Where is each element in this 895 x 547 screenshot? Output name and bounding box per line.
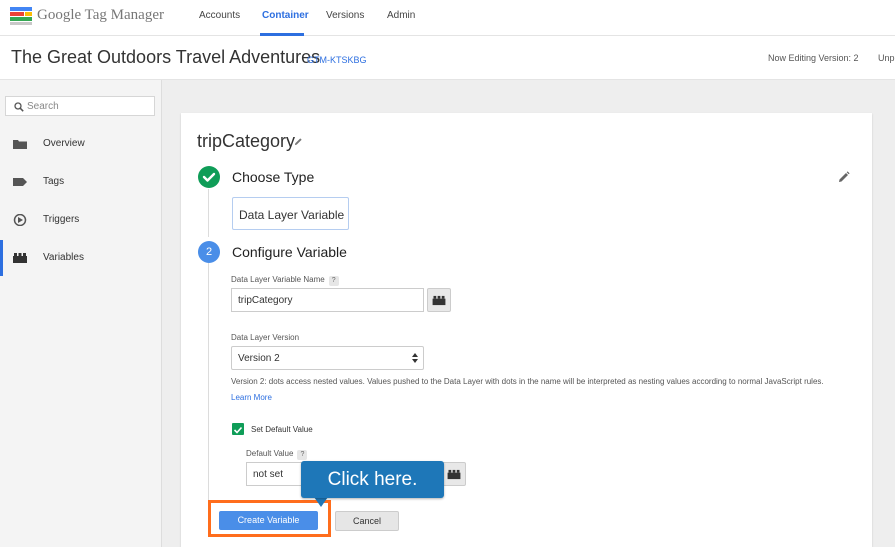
- click-here-callout: Click here.: [301, 461, 444, 498]
- callout-pointer: [314, 497, 328, 507]
- sidebar-item-triggers[interactable]: Triggers: [0, 202, 161, 238]
- google-apps-logo-icon: [10, 7, 32, 25]
- select-arrows-icon: [412, 353, 418, 363]
- dl-version-label: Data Layer Version: [231, 333, 300, 342]
- set-default-label: Set Default Value: [251, 425, 313, 434]
- choose-type-heading: Choose Type: [232, 169, 315, 185]
- variable-picker-button[interactable]: [442, 462, 466, 486]
- nav-container[interactable]: Container: [262, 10, 309, 21]
- check-icon: [202, 172, 216, 182]
- brick-icon: [447, 469, 461, 480]
- search-icon: [14, 102, 24, 112]
- dl-name-label-text: Data Layer Variable Name: [231, 275, 325, 284]
- highlight-box: [208, 500, 331, 537]
- step-connector-line: [208, 263, 209, 528]
- container-name: The Great Outdoors Travel Adventures: [11, 47, 321, 67]
- product-logo-text: Google Tag Manager: [37, 7, 164, 23]
- editing-version-status: Now Editing Version: 2: [768, 53, 859, 63]
- version-help-body: Version 2: dots access nested values. Va…: [231, 377, 824, 386]
- variable-type-label: Data Layer Variable: [239, 208, 345, 222]
- help-icon[interactable]: ?: [328, 276, 339, 286]
- variable-name-title[interactable]: tripCategory: [197, 131, 295, 152]
- default-value-text: not set: [253, 469, 284, 480]
- check-icon: [233, 426, 243, 434]
- configure-variable-heading: Configure Variable: [232, 244, 347, 260]
- cancel-button[interactable]: Cancel: [335, 511, 399, 531]
- variable-type-selector[interactable]: Data Layer Variable: [232, 197, 349, 230]
- dl-name-value: tripCategory: [238, 295, 293, 306]
- step-complete-badge: [198, 166, 220, 188]
- default-value-label-text: Default Value: [246, 449, 294, 458]
- sidebar-item-label: Overview: [43, 138, 85, 149]
- container-header: The Great Outdoors Travel Adventures GTM…: [0, 36, 895, 80]
- dl-version-value: Version 2: [238, 353, 280, 364]
- brick-icon: [13, 253, 27, 263]
- sidebar-item-tags[interactable]: Tags: [0, 164, 161, 200]
- sidebar-search-input[interactable]: Search: [5, 96, 155, 116]
- learn-more-link[interactable]: Learn More: [231, 393, 272, 402]
- search-placeholder: Search: [27, 101, 59, 112]
- tag-icon: [13, 178, 27, 186]
- top-navigation-bar: Google Tag Manager Accounts Container Ve…: [0, 0, 895, 36]
- help-icon[interactable]: ?: [297, 450, 308, 460]
- callout-text: Click here.: [327, 469, 418, 490]
- version-help-text: Version 2: dots access nested values. Va…: [231, 374, 843, 406]
- sidebar-item-overview[interactable]: Overview: [0, 126, 161, 162]
- sidebar-item-label: Variables: [43, 252, 84, 263]
- nav-accounts[interactable]: Accounts: [199, 10, 240, 21]
- dl-version-select[interactable]: Version 2: [231, 346, 424, 370]
- step-connector-line: [208, 189, 209, 237]
- nav-versions[interactable]: Versions: [326, 10, 364, 21]
- variable-picker-button[interactable]: [427, 288, 451, 312]
- trigger-icon: [13, 214, 27, 226]
- publish-status-truncated: Unp: [878, 53, 895, 63]
- nav-admin[interactable]: Admin: [387, 10, 415, 21]
- default-value-label: Default Value?: [246, 449, 308, 460]
- sidebar-item-label: Tags: [43, 176, 65, 187]
- sidebar-item-variables[interactable]: Variables: [0, 240, 161, 276]
- step-number-badge: 2: [198, 241, 220, 263]
- variable-editor-card: tripCategory Choose Type Data Layer Vari…: [181, 113, 872, 547]
- dl-name-input[interactable]: tripCategory: [231, 288, 424, 312]
- set-default-checkbox[interactable]: [232, 423, 244, 435]
- sidebar-item-label: Triggers: [43, 214, 80, 225]
- folder-icon: [13, 140, 27, 149]
- edit-pencil-icon[interactable]: [838, 171, 850, 183]
- pencil-icon[interactable]: [294, 137, 303, 146]
- sidebar: Search Overview Tags Triggers Variables: [0, 80, 162, 547]
- container-id-link[interactable]: GTM-KTSKBG: [307, 55, 367, 65]
- brick-icon: [432, 295, 446, 306]
- dl-name-label: Data Layer Variable Name?: [231, 275, 339, 286]
